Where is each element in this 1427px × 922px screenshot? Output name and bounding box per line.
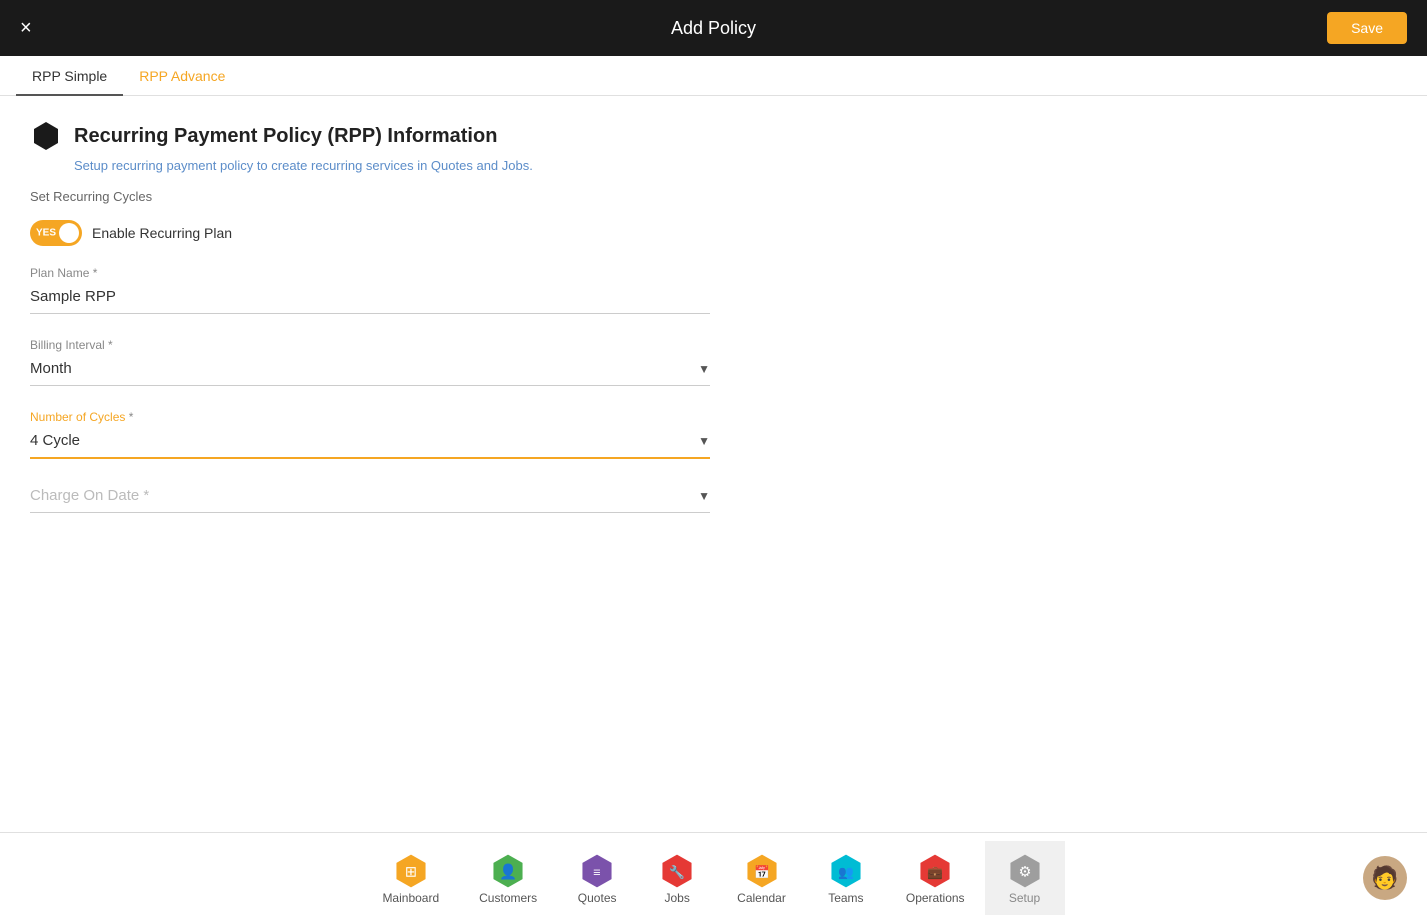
charge-on-date-select[interactable]: Charge On Date * ▼ — [30, 483, 710, 513]
nav-item-quotes[interactable]: ≡ Quotes — [557, 841, 637, 915]
charge-on-date-arrow: ▼ — [698, 489, 710, 503]
plan-name-input[interactable]: Sample RPP — [30, 284, 710, 314]
section-header: Recurring Payment Policy (RPP) Informati… — [30, 120, 1397, 152]
billing-interval-select[interactable]: Month ▼ — [30, 356, 710, 386]
svg-text:💼: 💼 — [927, 864, 943, 879]
nav-item-setup[interactable]: ⚙ Setup — [985, 841, 1065, 915]
svg-text:👤: 👤 — [499, 862, 517, 880]
customers-icon: 👤 — [488, 851, 528, 891]
nav-item-jobs[interactable]: 🔧 Jobs — [637, 841, 717, 915]
section-subtitle: Setup recurring payment policy to create… — [74, 158, 1397, 173]
teams-icon: 👥 — [826, 851, 866, 891]
avatar-image: 🧑 — [1371, 865, 1398, 891]
number-of-cycles-field: Number of Cycles 4 Cycle ▼ — [30, 410, 710, 459]
nav-label-operations: Operations — [906, 891, 965, 905]
app-header: × Add Policy Save — [0, 0, 1427, 56]
main-content: Recurring Payment Policy (RPP) Informati… — [0, 96, 1427, 828]
nav-label-customers: Customers — [479, 891, 537, 905]
billing-interval-field: Billing Interval Month ▼ — [30, 338, 710, 386]
save-button[interactable]: Save — [1327, 12, 1407, 44]
svg-text:👥: 👥 — [838, 864, 854, 879]
close-button[interactable]: × — [20, 18, 32, 38]
nav-item-mainboard[interactable]: ⊞ Mainboard — [362, 841, 459, 915]
number-of-cycles-arrow: ▼ — [698, 434, 710, 448]
operations-icon: 💼 — [915, 851, 955, 891]
nav-label-setup: Setup — [1009, 891, 1040, 905]
enable-recurring-toggle[interactable]: YES — [30, 220, 82, 246]
nav-item-operations[interactable]: 💼 Operations — [886, 841, 985, 915]
nav-label-calendar: Calendar — [737, 891, 786, 905]
toggle-knob — [59, 223, 79, 243]
plan-name-label: Plan Name — [30, 266, 710, 280]
svg-text:📅: 📅 — [754, 864, 770, 879]
tab-rpp-advance[interactable]: RPP Advance — [123, 56, 241, 96]
nav-items: ⊞ Mainboard 👤 Customers ≡ Quotes 🔧 — [362, 841, 1064, 915]
quotes-icon: ≡ — [577, 851, 617, 891]
nav-item-calendar[interactable]: 📅 Calendar — [717, 841, 806, 915]
nav-item-teams[interactable]: 👥 Teams — [806, 841, 886, 915]
nav-item-customers[interactable]: 👤 Customers — [459, 841, 557, 915]
nav-label-jobs: Jobs — [664, 891, 689, 905]
svg-text:≡: ≡ — [593, 864, 600, 879]
charge-on-date-field: Charge On Date * ▼ — [30, 483, 710, 513]
setup-icon: ⚙ — [1005, 851, 1045, 891]
number-of-cycles-label: Number of Cycles — [30, 410, 710, 424]
nav-label-mainboard: Mainboard — [382, 891, 439, 905]
mainboard-icon: ⊞ — [391, 851, 431, 891]
enable-recurring-row: YES Enable Recurring Plan — [30, 220, 1397, 246]
plan-name-field: Plan Name Sample RPP — [30, 266, 710, 314]
toggle-label: Enable Recurring Plan — [92, 225, 232, 241]
svg-text:⊞: ⊞ — [405, 864, 417, 880]
rpp-icon — [30, 120, 62, 152]
toggle-background: YES — [30, 220, 82, 246]
section-title: Recurring Payment Policy (RPP) Informati… — [74, 125, 497, 148]
set-recurring-label: Set Recurring Cycles — [30, 189, 1397, 204]
svg-text:🔧: 🔧 — [669, 864, 685, 879]
nav-label-quotes: Quotes — [578, 891, 617, 905]
billing-interval-label: Billing Interval — [30, 338, 710, 352]
jobs-icon: 🔧 — [657, 851, 697, 891]
toggle-yes-label: YES — [36, 228, 56, 239]
billing-interval-arrow: ▼ — [698, 362, 710, 376]
nav-label-teams: Teams — [828, 891, 863, 905]
svg-text:⚙: ⚙ — [1018, 864, 1031, 880]
bottom-navigation: ⊞ Mainboard 👤 Customers ≡ Quotes 🔧 — [0, 832, 1427, 922]
number-of-cycles-select[interactable]: 4 Cycle ▼ — [30, 428, 710, 459]
user-avatar[interactable]: 🧑 — [1363, 856, 1407, 900]
tab-rpp-simple[interactable]: RPP Simple — [16, 56, 123, 96]
tab-bar: RPP Simple RPP Advance — [0, 56, 1427, 96]
page-title: Add Policy — [671, 18, 756, 39]
calendar-icon: 📅 — [742, 851, 782, 891]
